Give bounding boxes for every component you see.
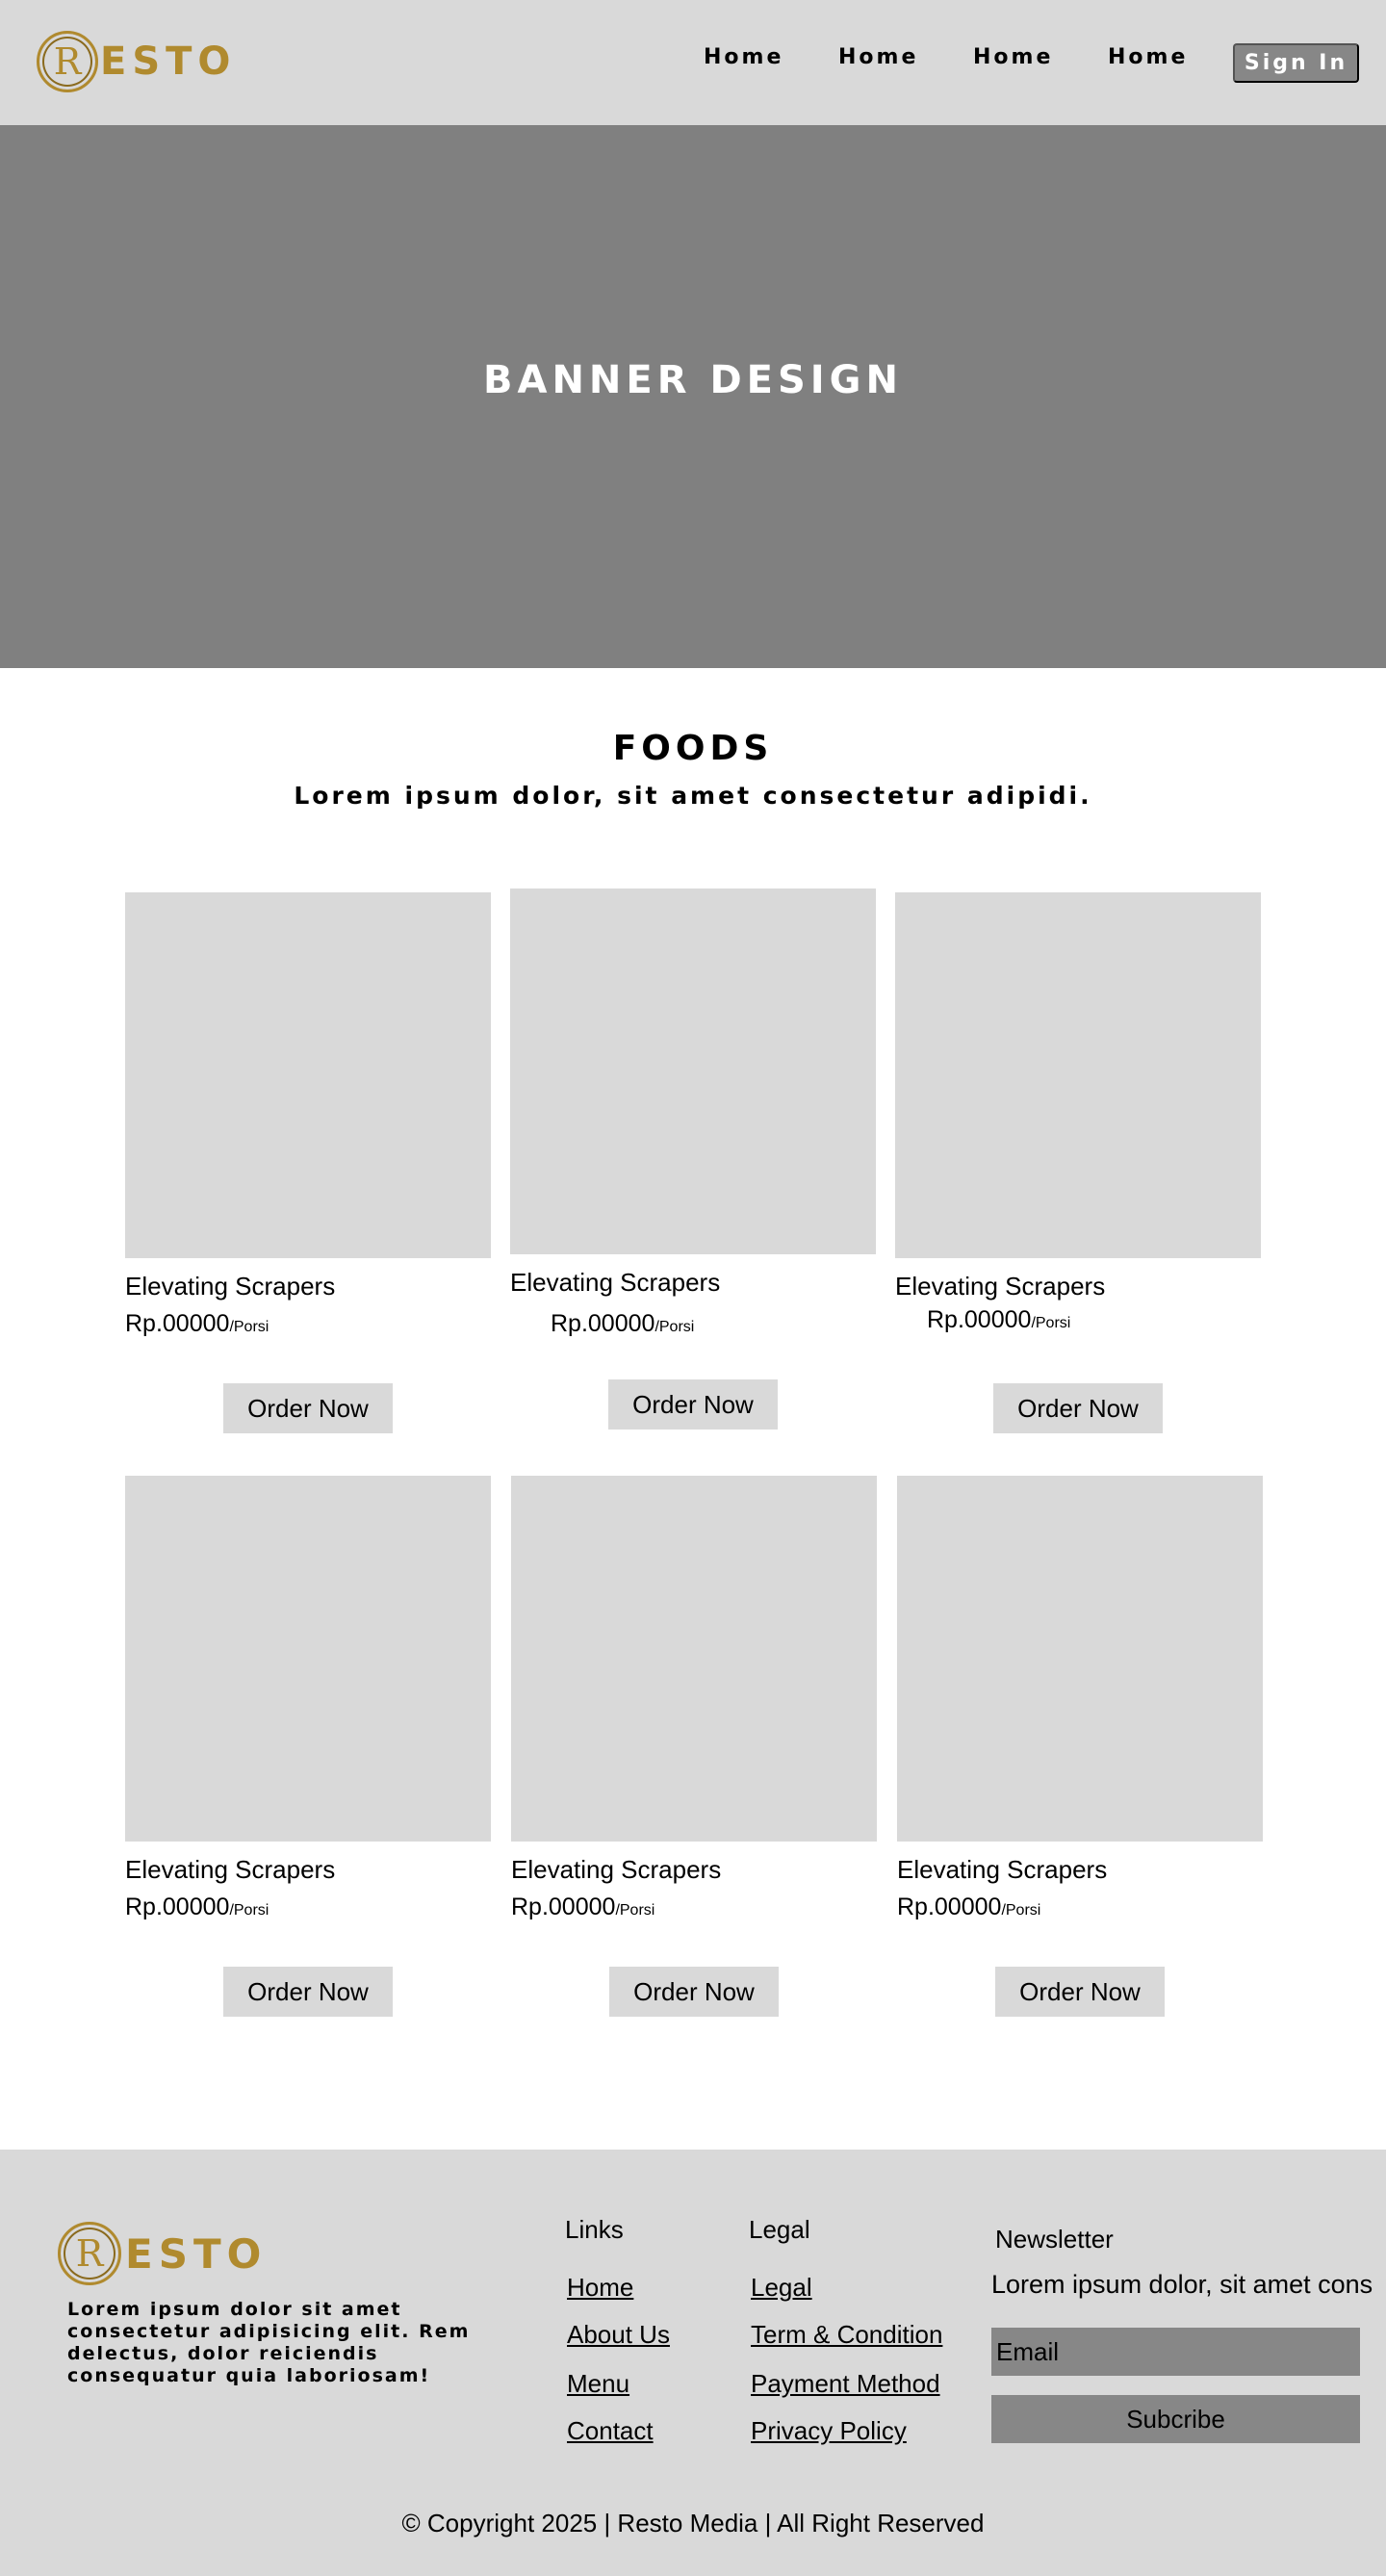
legal-heading: Legal	[749, 2215, 810, 2244]
footer-link-payment-method[interactable]: Payment Method	[751, 2369, 940, 2399]
price-value: Rp.00000	[125, 1310, 230, 1337]
food-price: Rp.00000/Porsi	[897, 1893, 1040, 1921]
nav-item-home-2[interactable]: Home	[838, 45, 918, 69]
food-price: Rp.00000/Porsi	[125, 1893, 269, 1921]
copyright-text: © Copyright 2025 | Resto Media | All Rig…	[401, 2509, 985, 2537]
logo-letter: R	[75, 2232, 104, 2275]
price-value: Rp.00000	[927, 1306, 1032, 1333]
order-now-button[interactable]: Order Now	[995, 1967, 1165, 2017]
food-price: Rp.00000/Porsi	[927, 1306, 1070, 1334]
food-image	[895, 892, 1261, 1258]
price-unit: /Porsi	[229, 1319, 270, 1335]
sign-in-button[interactable]: Sign In	[1233, 43, 1359, 83]
logo-letter: R	[53, 40, 82, 83]
price-unit: /Porsi	[654, 1319, 695, 1335]
footer-description: Lorem ipsum dolor sit amet consectetur a…	[67, 2299, 471, 2386]
footer-link-menu[interactable]: Menu	[567, 2369, 629, 2399]
price-value: Rp.00000	[125, 1893, 230, 1920]
footer-link-about-us[interactable]: About Us	[567, 2320, 670, 2350]
logo-ring-icon: R	[37, 31, 98, 92]
links-heading: Links	[565, 2215, 624, 2244]
food-card: Elevating Scrapers Rp.00000/Porsi Order …	[511, 1476, 877, 2017]
food-image	[125, 1476, 491, 1842]
footer-link-contact[interactable]: Contact	[567, 2416, 654, 2446]
site-header: R ESTO Home Home Home Home Sign In	[0, 0, 1386, 125]
price-unit: /Porsi	[1031, 1315, 1071, 1331]
footer-link-terms[interactable]: Term & Condition	[751, 2320, 942, 2350]
newsletter-text: Lorem ipsum dolor, sit amet cons	[991, 2270, 1373, 2299]
nav-item-home-3[interactable]: Home	[973, 45, 1053, 69]
food-card: Elevating Scrapers Rp.00000/Porsi Order …	[895, 892, 1261, 1433]
food-name: Elevating Scrapers	[125, 1272, 336, 1301]
footer-link-home[interactable]: Home	[567, 2273, 633, 2303]
site-footer: R ESTO Lorem ipsum dolor sit amet consec…	[0, 2150, 1386, 2576]
foods-subtitle: Lorem ipsum dolor, sit amet consectetur …	[294, 782, 1092, 810]
subscribe-button[interactable]: Subcribe	[991, 2395, 1360, 2443]
food-image	[510, 889, 876, 1254]
order-now-button[interactable]: Order Now	[223, 1967, 393, 2017]
footer-link-legal[interactable]: Legal	[751, 2273, 812, 2303]
food-card: Elevating Scrapers Rp.00000/Porsi Order …	[125, 1476, 491, 2017]
food-name: Elevating Scrapers	[897, 1855, 1108, 1884]
logo-word: ESTO	[100, 39, 237, 84]
price-unit: /Porsi	[615, 1902, 655, 1919]
food-name: Elevating Scrapers	[511, 1855, 722, 1884]
brand-logo[interactable]: R ESTO	[37, 31, 236, 92]
footer-logo[interactable]: R ESTO	[58, 2222, 267, 2285]
food-name: Elevating Scrapers	[895, 1272, 1106, 1301]
footer-link-privacy-policy[interactable]: Privacy Policy	[751, 2416, 907, 2446]
nav-item-home-1[interactable]: Home	[704, 45, 783, 69]
order-now-button[interactable]: Order Now	[993, 1383, 1163, 1433]
order-now-button[interactable]: Order Now	[609, 1967, 779, 2017]
email-field[interactable]	[991, 2328, 1360, 2376]
food-price: Rp.00000/Porsi	[551, 1310, 694, 1338]
price-value: Rp.00000	[897, 1893, 1002, 1920]
banner-title: BANNER DESIGN	[483, 357, 903, 402]
newsletter-heading: Newsletter	[995, 2225, 1114, 2254]
logo-ring-icon: R	[58, 2222, 121, 2285]
price-value: Rp.00000	[551, 1310, 655, 1337]
food-name: Elevating Scrapers	[510, 1268, 721, 1297]
price-unit: /Porsi	[1001, 1902, 1041, 1919]
food-image	[511, 1476, 877, 1842]
foods-title: FOODS	[612, 729, 774, 768]
food-name: Elevating Scrapers	[125, 1855, 336, 1884]
logo-word: ESTO	[125, 2229, 268, 2278]
food-image	[125, 892, 491, 1258]
food-image	[897, 1476, 1263, 1842]
order-now-button[interactable]: Order Now	[608, 1379, 778, 1430]
nav-item-home-4[interactable]: Home	[1108, 45, 1188, 69]
hero-banner: BANNER DESIGN	[0, 125, 1386, 668]
food-price: Rp.00000/Porsi	[511, 1893, 654, 1921]
price-value: Rp.00000	[511, 1893, 616, 1920]
food-card: Elevating Scrapers Rp.00000/Porsi Order …	[125, 892, 491, 1433]
food-price: Rp.00000/Porsi	[125, 1310, 269, 1338]
food-card: Elevating Scrapers Rp.00000/Porsi Order …	[510, 889, 876, 1430]
order-now-button[interactable]: Order Now	[223, 1383, 393, 1433]
price-unit: /Porsi	[229, 1902, 270, 1919]
food-card: Elevating Scrapers Rp.00000/Porsi Order …	[897, 1476, 1263, 2017]
